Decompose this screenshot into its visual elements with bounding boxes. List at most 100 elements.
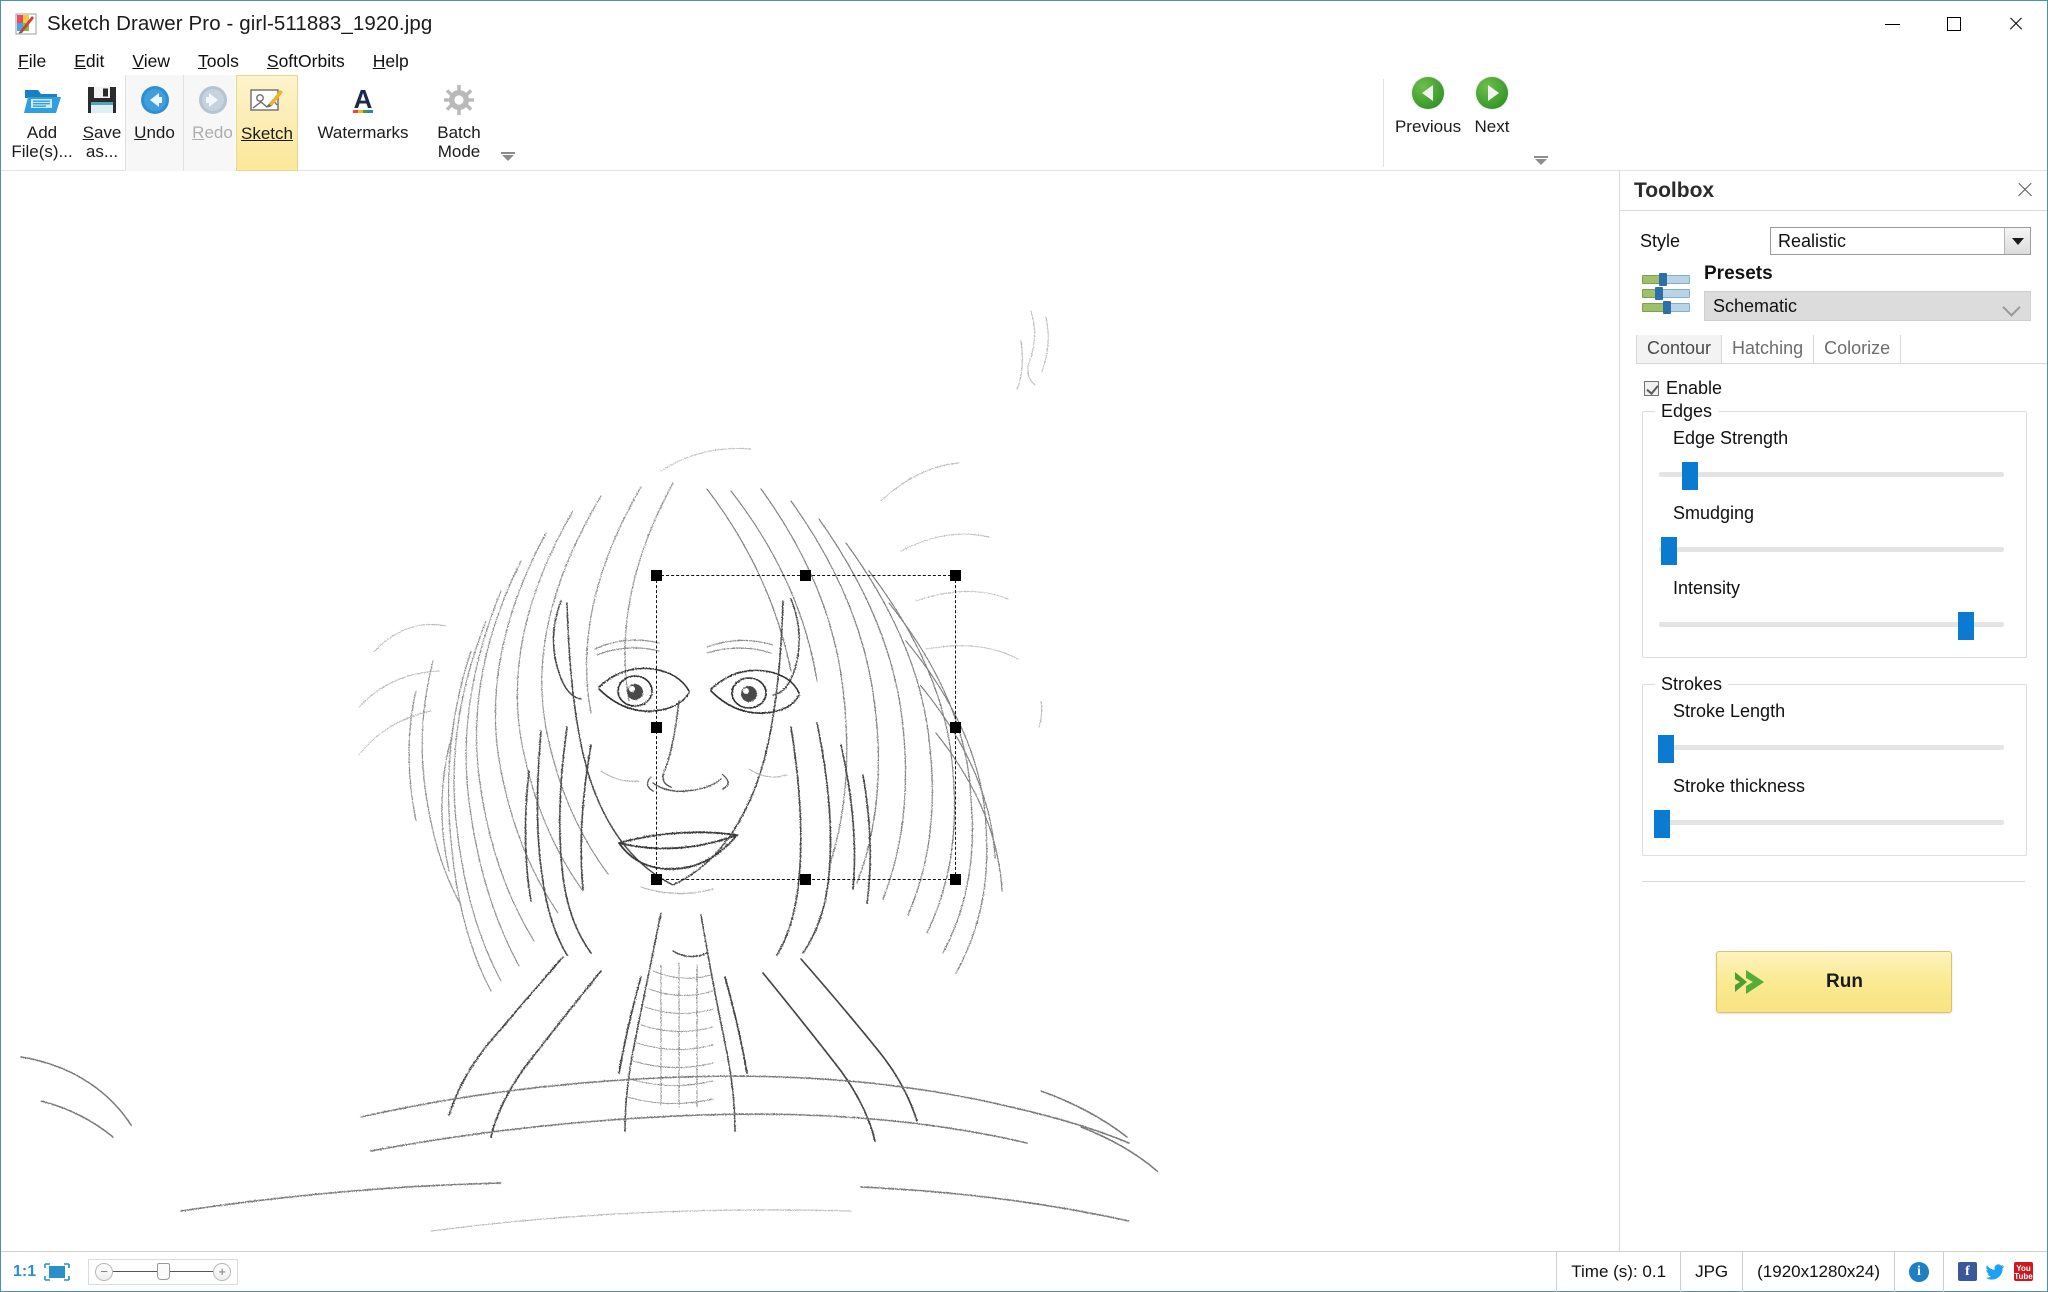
batch-mode-label: Batch Mode <box>437 123 480 161</box>
smudging-thumb[interactable] <box>1661 537 1678 565</box>
tab-contour[interactable]: Contour <box>1636 335 1723 363</box>
status-social-cell: f You Tube <box>1943 1251 2047 1292</box>
batch-mode-line1: Batch <box>437 123 481 142</box>
menu-bar: File Edit View Tools SoftOrbits Help <box>1 47 2047 75</box>
navigation-group: Previous Next <box>1383 75 1548 173</box>
stroke-thickness-thumb[interactable] <box>1654 810 1671 838</box>
intensity-thumb[interactable] <box>1958 612 1975 640</box>
maximize-button[interactable] <box>1923 1 1985 47</box>
save-as-button[interactable]: SSaveave as... <box>73 75 131 171</box>
edge-strength-slider[interactable] <box>1659 462 2004 490</box>
style-dropdown-button[interactable] <box>2004 228 2030 254</box>
style-value: Realistic <box>1778 230 1847 251</box>
slider-track <box>1659 820 2004 825</box>
batch-mode-line2: Mode <box>437 142 481 162</box>
enable-label: Enable <box>1666 378 1723 398</box>
style-label: Style <box>1640 230 1681 251</box>
previous-button[interactable]: Previous <box>1394 77 1462 137</box>
menu-item-view[interactable]: View <box>129 50 173 73</box>
toolbox-header: Toolbox <box>1620 171 2047 211</box>
zoom-out-icon[interactable]: − <box>95 1262 114 1281</box>
minimize-button[interactable] <box>1861 1 1923 47</box>
watermark-letter-a-icon: A <box>348 79 378 121</box>
previous-label: Previous <box>1394 117 1462 136</box>
stroke-length-thumb[interactable] <box>1657 735 1674 763</box>
youtube-icon[interactable]: You Tube <box>2014 1262 2033 1281</box>
menu-accel: S <box>266 50 279 71</box>
save-as-line1: SSaveave <box>82 123 122 142</box>
intensity-slider[interactable] <box>1659 612 2004 640</box>
smudging-slider[interactable] <box>1659 537 2004 565</box>
slider-track <box>1659 622 2004 627</box>
toolbox-close-icon[interactable] <box>2015 180 2035 200</box>
slider-track <box>1659 547 2004 552</box>
menu-item-edit[interactable]: Edit <box>71 50 107 73</box>
next-button[interactable]: Next <box>1461 77 1523 137</box>
main-toolbar: Add File(s)... SSaveave as <box>1 75 2047 171</box>
status-right: Time (s): 0.1 JPG (1920x1280x24) i f You… <box>1556 1251 2047 1292</box>
smudging-label: Smudging <box>1673 503 1755 523</box>
menu-accel: V <box>132 50 144 71</box>
style-select[interactable]: Realistic <box>1770 227 2031 255</box>
menu-item-file[interactable]: File <box>15 50 49 73</box>
status-info-cell[interactable]: i <box>1894 1251 1943 1292</box>
intensity-label: Intensity <box>1673 578 1741 598</box>
enable-row[interactable]: Enable <box>1644 378 2047 399</box>
nav-divider <box>1383 79 1384 167</box>
edges-group-title: Edges <box>1655 401 1719 422</box>
menu-item-help[interactable]: Help <box>370 50 412 73</box>
app-sketch-icon <box>15 13 37 35</box>
stroke-thickness-slider[interactable] <box>1654 810 2004 838</box>
menu-item-softorbits[interactable]: SoftOrbits <box>264 50 348 73</box>
minimize-icon <box>1884 23 1900 25</box>
enable-checkbox[interactable] <box>1644 381 1659 396</box>
sketch-button[interactable]: Sketch <box>236 75 298 171</box>
zoom-ratio-button[interactable]: 1:1 <box>1 1252 44 1292</box>
zoom-slider-knob[interactable] <box>156 1263 170 1280</box>
menu-accel: T <box>198 50 207 71</box>
redo-arrow-icon <box>197 79 229 121</box>
menu-accel: E <box>74 50 86 71</box>
image-canvas[interactable] <box>1 171 1619 1253</box>
menu-rest: dit <box>85 50 105 71</box>
strokes-groupbox: Strokes Stroke Length Stroke thickness <box>1642 674 2027 856</box>
presets-select[interactable]: Schematic <box>1704 291 2031 321</box>
redo-button[interactable]: Redo <box>183 75 241 171</box>
undo-button[interactable]: Undo <box>125 75 183 171</box>
info-icon[interactable]: i <box>1909 1261 1929 1282</box>
close-button[interactable] <box>1985 1 2047 47</box>
facebook-icon[interactable]: f <box>1958 1262 1977 1281</box>
zoom-slider[interactable]: − + <box>88 1258 239 1285</box>
fit-to-screen-icon[interactable] <box>44 1262 70 1281</box>
add-files-line1: Add <box>26 123 58 142</box>
run-arrow-icon <box>1733 966 1773 998</box>
add-files-button[interactable]: Add File(s)... <box>11 75 73 171</box>
edge-strength-thumb[interactable] <box>1682 462 1699 490</box>
application-window: Sketch Drawer Pro - girl-511883_1920.jpg… <box>0 0 2048 1292</box>
watermarks-label: Watermarks <box>317 123 409 142</box>
twitter-icon[interactable] <box>1986 1262 2005 1281</box>
overflow-bar-icon <box>501 151 515 154</box>
zoom-in-icon[interactable]: + <box>213 1262 232 1281</box>
open-folder-icon <box>23 79 61 121</box>
batch-mode-button[interactable]: Batch Mode <box>428 75 490 171</box>
caret-down-icon <box>2011 237 2024 245</box>
menu-accel: H <box>372 50 386 71</box>
watermarks-button[interactable]: A Watermarks <box>298 75 428 171</box>
toolbar-overflow-button[interactable] <box>500 149 516 163</box>
run-button[interactable]: Run <box>1715 951 1952 1013</box>
tab-colorize[interactable]: Colorize <box>1814 335 1902 363</box>
undo-arrow-icon <box>139 79 171 121</box>
window-title: Sketch Drawer Pro - girl-511883_1920.jpg <box>47 12 433 35</box>
presets-label: Presets <box>1704 263 1773 284</box>
stroke-length-slider[interactable] <box>1657 735 2004 763</box>
next-arrow-icon <box>1476 77 1508 109</box>
sketch-pencil-icon <box>249 80 285 122</box>
sketch-label: Sketch <box>241 124 293 143</box>
stroke-thickness-label: Stroke thickness <box>1673 776 1806 796</box>
presets-sliders-icon <box>1642 271 1690 315</box>
effect-tabs: Contour Hatching Colorize <box>1636 335 2047 364</box>
tab-hatching[interactable]: Hatching <box>1722 335 1815 363</box>
menu-item-tools[interactable]: Tools <box>195 50 242 73</box>
nav-overflow-button[interactable] <box>1533 153 1549 167</box>
